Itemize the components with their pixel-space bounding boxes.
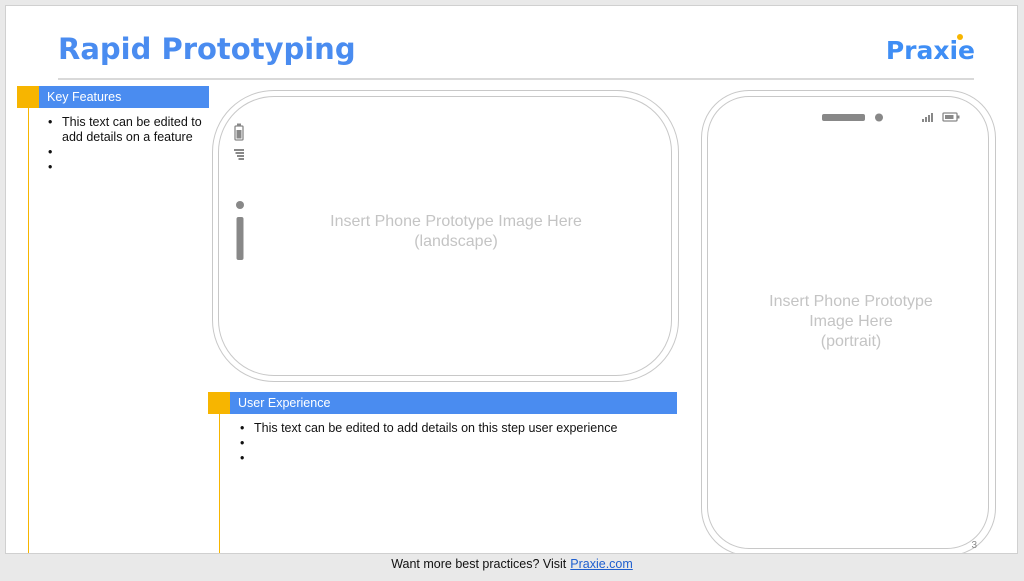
camera-icon <box>875 113 883 122</box>
user-experience-list[interactable]: This text can be edited to add details o… <box>240 421 684 466</box>
key-features-guide-line <box>28 108 29 553</box>
key-features-list[interactable]: This text can be edited to add details o… <box>48 115 212 175</box>
speaker-icon <box>822 114 865 121</box>
praxie-link[interactable]: Praxie.com <box>570 557 633 571</box>
page-number: 3 <box>971 540 977 551</box>
speaker-icon <box>236 217 244 260</box>
portrait-placeholder-line1: Insert Phone Prototype <box>769 293 933 310</box>
list-item[interactable] <box>240 436 684 451</box>
portrait-phone-icons <box>822 112 960 122</box>
footer-text: Want more best practices? Visit <box>391 557 567 571</box>
footer: Want more best practices? Visit Praxie.c… <box>0 552 1024 576</box>
portrait-placeholder[interactable]: Insert Phone Prototype Image Here (portr… <box>746 292 956 352</box>
list-item[interactable]: This text can be edited to add details o… <box>240 421 684 436</box>
landscape-phone-icons <box>234 123 244 260</box>
signal-icon <box>234 149 244 160</box>
key-features-title[interactable]: Key Features <box>39 86 209 108</box>
key-features-accent <box>17 86 39 108</box>
user-experience-accent <box>208 392 230 414</box>
user-experience-guide-line <box>219 414 220 553</box>
key-features-header: Key Features <box>17 86 209 108</box>
landscape-placeholder[interactable]: Insert Phone Prototype Image Here (lands… <box>306 212 606 252</box>
battery-icon <box>942 112 960 122</box>
portrait-placeholder-line3: (portrait) <box>820 333 882 350</box>
title-divider <box>58 78 974 80</box>
slide-title[interactable]: Rapid Prototyping <box>58 32 356 66</box>
list-item[interactable] <box>240 451 684 466</box>
list-item[interactable] <box>48 160 212 175</box>
user-experience-title[interactable]: User Experience <box>230 392 677 414</box>
logo-text: Praxie <box>885 36 975 65</box>
list-item[interactable] <box>48 145 212 160</box>
camera-icon <box>236 201 244 209</box>
user-experience-header: User Experience <box>208 392 677 414</box>
logo-dot-icon <box>957 34 963 40</box>
battery-icon <box>234 123 244 141</box>
signal-icon <box>922 113 933 122</box>
landscape-placeholder-line1: Insert Phone Prototype Image Here <box>330 213 582 230</box>
slide: Rapid Prototyping Praxie Key Features Th… <box>5 5 1018 554</box>
landscape-placeholder-line2: (landscape) <box>414 233 498 250</box>
list-item[interactable]: This text can be edited to add details o… <box>48 115 212 145</box>
praxie-logo: Praxie <box>885 34 975 65</box>
portrait-placeholder-line2: Image Here <box>809 313 893 330</box>
